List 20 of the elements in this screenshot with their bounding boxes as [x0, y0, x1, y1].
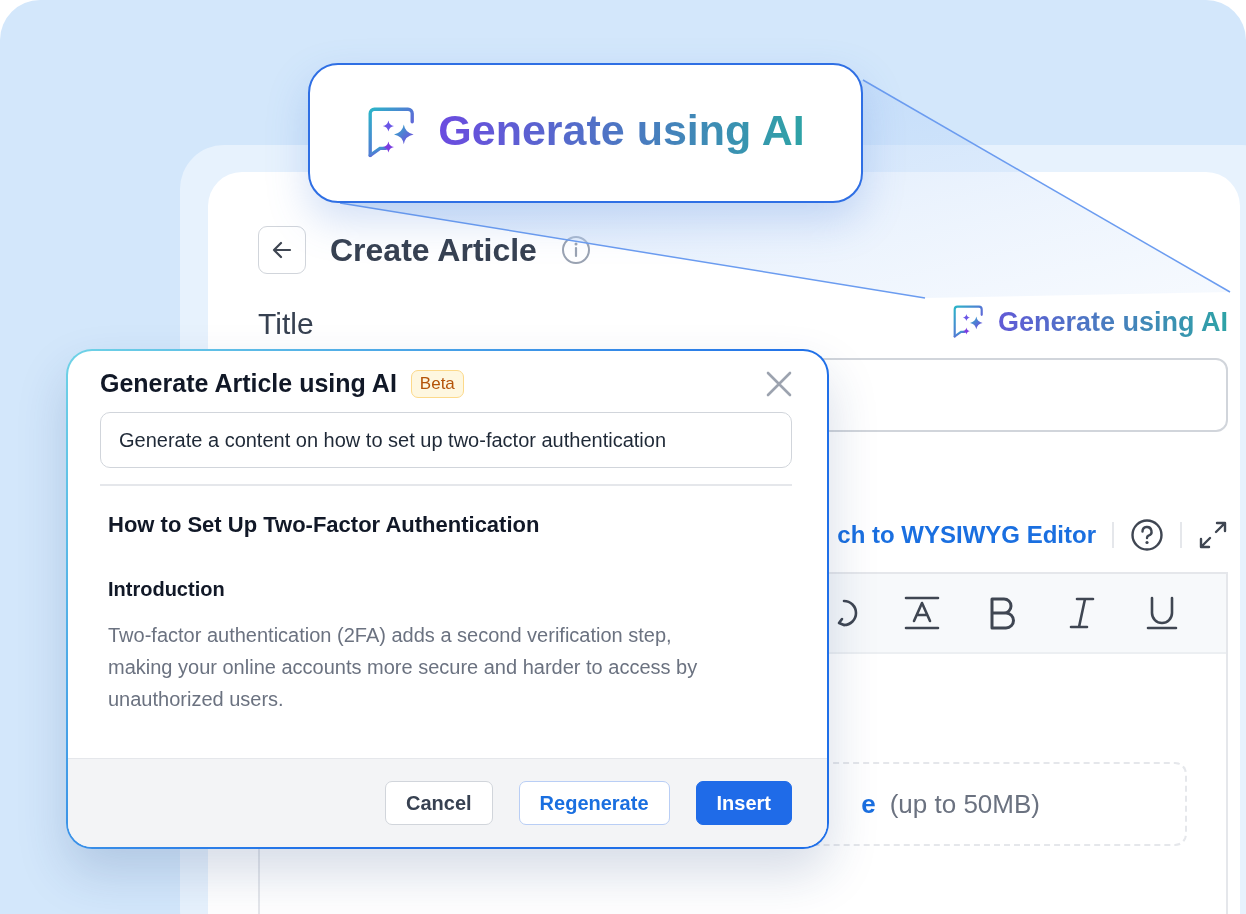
- cancel-button[interactable]: Cancel: [385, 781, 493, 825]
- prompt-field[interactable]: Generate a content on how to set up two-factor authentication: [100, 412, 792, 468]
- page-title: Create Article: [330, 231, 537, 269]
- close-icon: [766, 370, 792, 397]
- beta-badge: Beta: [410, 369, 464, 398]
- back-button[interactable]: [258, 226, 306, 274]
- upload-note: (up to 50MB): [889, 788, 1040, 820]
- insert-button[interactable]: Insert: [695, 781, 792, 825]
- dialog-title: Generate Article using AI: [100, 369, 397, 398]
- field-label: Title: [258, 307, 314, 341]
- text-format-icon[interactable]: [904, 595, 940, 631]
- underline-icon[interactable]: [1144, 595, 1180, 631]
- result-subheading: Introduction: [108, 577, 226, 601]
- upload-link[interactable]: e: [861, 788, 876, 820]
- expand-icon[interactable]: [1198, 520, 1228, 550]
- result-paragraph: Two-factor authentication (2FA) adds a second verification step, making your online accounts more secure and harder to access by unauthorized users.: [108, 622, 699, 712]
- regenerate-button[interactable]: Regenerate: [518, 781, 670, 825]
- result-heading: How to Set Up Two-Factor Authentication: [108, 511, 541, 538]
- help-icon[interactable]: [1130, 518, 1164, 552]
- editor-switch-link[interactable]: ch to WYSIWYG Editor: [837, 521, 1096, 549]
